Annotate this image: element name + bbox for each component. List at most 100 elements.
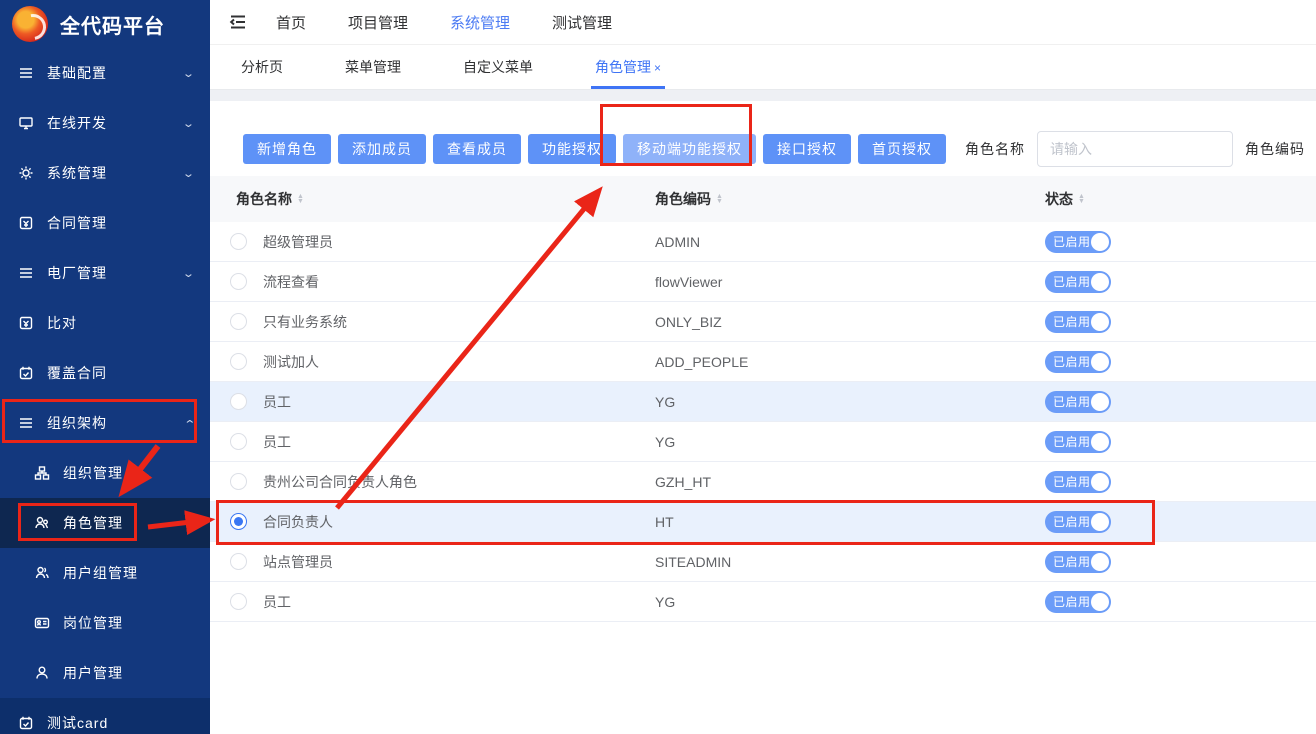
tab-analysis[interactable]: 分析页 — [237, 57, 287, 89]
menu-icon — [18, 265, 34, 281]
sidebar-item-online-dev[interactable]: 在线开发 ⌄ — [0, 98, 210, 148]
collapse-menu-icon[interactable] — [228, 12, 248, 32]
tab-custom-menu[interactable]: 自定义菜单 — [459, 57, 537, 89]
sort-icon[interactable]: ▲▼ — [1078, 194, 1085, 204]
sidebar-item-user-mgmt[interactable]: 用户管理 — [0, 648, 210, 698]
status-toggle[interactable]: 已启用 — [1045, 231, 1111, 253]
table-row[interactable]: 员工 YG 已启用 — [210, 382, 1316, 422]
table-row[interactable]: 合同负责人HT已启用 — [210, 502, 1316, 542]
role-name: 员工 — [263, 392, 291, 412]
table-row[interactable]: 超级管理员ADMIN已启用 — [210, 222, 1316, 262]
table-row[interactable]: 测试加人ADD_PEOPLE已启用 — [210, 342, 1316, 382]
role-name: 只有业务系统 — [263, 312, 347, 332]
role-code: YG — [655, 394, 1045, 410]
toggle-knob — [1091, 233, 1109, 251]
status-label: 已启用 — [1053, 553, 1091, 570]
toggle-knob — [1091, 273, 1109, 291]
contract-icon — [18, 315, 34, 331]
status-toggle[interactable]: 已启用 — [1045, 511, 1111, 533]
function-auth-button[interactable]: 功能授权 — [528, 134, 616, 164]
sidebar-item-usergroup-mgmt[interactable]: 用户组管理 — [0, 548, 210, 598]
view-members-button[interactable]: 查看成员 — [433, 134, 521, 164]
role-name: 超级管理员 — [263, 232, 333, 252]
status-toggle[interactable]: 已启用 — [1045, 471, 1111, 493]
sidebar-item-org-structure[interactable]: 组织架构 ⌄ — [0, 398, 210, 448]
header-role-code: 角色编码 — [655, 189, 711, 209]
status-toggle[interactable]: 已启用 — [1045, 351, 1111, 373]
row-radio[interactable] — [230, 393, 247, 410]
role-name: 员工 — [263, 432, 291, 452]
sidebar-item-system-mgmt[interactable]: 系统管理 ⌄ — [0, 148, 210, 198]
tab-menu-mgmt[interactable]: 菜单管理 — [341, 57, 405, 89]
row-radio[interactable] — [230, 273, 247, 290]
tab-bar: 分析页 菜单管理 自定义菜单 角色管理× — [210, 45, 1316, 90]
table-row[interactable]: 贵州公司合同负责人角色GZH_HT已启用 — [210, 462, 1316, 502]
role-icon — [34, 515, 50, 531]
role-name: 测试加人 — [263, 352, 319, 372]
user-group-icon — [34, 565, 50, 581]
sidebar-item-plant-mgmt[interactable]: 电厂管理 ⌄ — [0, 248, 210, 298]
row-radio[interactable] — [230, 233, 247, 250]
status-label: 已启用 — [1053, 393, 1091, 410]
tab-role-mgmt[interactable]: 角色管理× — [591, 57, 665, 89]
status-toggle[interactable]: 已启用 — [1045, 391, 1111, 413]
toggle-knob — [1091, 553, 1109, 571]
row-radio[interactable] — [230, 353, 247, 370]
toggle-knob — [1091, 393, 1109, 411]
sort-icon[interactable]: ▲▼ — [297, 194, 304, 204]
add-role-button[interactable]: 新增角色 — [243, 134, 331, 164]
user-icon — [34, 665, 50, 681]
close-tab-icon[interactable]: × — [654, 61, 661, 75]
sidebar-item-org-mgmt[interactable]: 组织管理 — [0, 448, 210, 498]
nav-item-test-mgmt[interactable]: 测试管理 — [552, 12, 612, 33]
role-code: SITEADMIN — [655, 554, 1045, 570]
api-auth-button[interactable]: 接口授权 — [763, 134, 851, 164]
row-radio[interactable] — [230, 433, 247, 450]
row-radio[interactable] — [230, 313, 247, 330]
chevron-down-icon: ⌄ — [182, 117, 196, 130]
role-name: 站点管理员 — [263, 552, 333, 572]
add-member-button[interactable]: 添加成员 — [338, 134, 426, 164]
table-row[interactable]: 员工YG已启用 — [210, 422, 1316, 462]
app-window: 全代码平台 基础配置 ⌄ 在线开发 ⌄ 系统管理 ⌄ 合同管理 电厂管理 ⌄ — [0, 0, 1316, 734]
content-area: 首页 项目管理 系统管理 测试管理 分析页 菜单管理 自定义菜单 角色管理× 新… — [210, 0, 1316, 734]
chevron-up-icon: ⌄ — [182, 417, 196, 430]
table-row[interactable]: 站点管理员 SITEADMIN 已启用 — [210, 542, 1316, 582]
sidebar-item-compare[interactable]: 比对 — [0, 298, 210, 348]
row-radio[interactable] — [230, 473, 247, 490]
row-radio[interactable] — [230, 593, 247, 610]
sidebar-item-contract-mgmt[interactable]: 合同管理 — [0, 198, 210, 248]
role-name-input[interactable] — [1037, 131, 1233, 167]
home-auth-button[interactable]: 首页授权 — [858, 134, 946, 164]
sidebar-item-test-card[interactable]: 测试card — [0, 698, 210, 734]
sidebar-item-role-mgmt[interactable]: 角色管理 — [0, 498, 210, 548]
nav-item-home[interactable]: 首页 — [276, 12, 306, 33]
chevron-down-icon: ⌄ — [182, 167, 196, 180]
id-card-icon — [34, 615, 50, 631]
table-row[interactable]: 员工YG已启用 — [210, 582, 1316, 622]
role-code: HT — [655, 514, 1045, 530]
sidebar-item-position-mgmt[interactable]: 岗位管理 — [0, 598, 210, 648]
status-toggle[interactable]: 已启用 — [1045, 551, 1111, 573]
status-toggle[interactable]: 已启用 — [1045, 431, 1111, 453]
nav-item-project-mgmt[interactable]: 项目管理 — [348, 12, 408, 33]
status-label: 已启用 — [1053, 513, 1091, 530]
row-radio[interactable] — [230, 553, 247, 570]
status-toggle[interactable]: 已启用 — [1045, 311, 1111, 333]
sidebar-item-cover-contract[interactable]: 覆盖合同 — [0, 348, 210, 398]
status-toggle[interactable]: 已启用 — [1045, 591, 1111, 613]
nav-item-system-mgmt[interactable]: 系统管理 — [450, 12, 510, 33]
table-row[interactable]: 流程查看flowViewer已启用 — [210, 262, 1316, 302]
status-label: 已启用 — [1053, 273, 1091, 290]
sidebar-item-basic-config[interactable]: 基础配置 ⌄ — [0, 48, 210, 98]
role-code: flowViewer — [655, 274, 1045, 290]
sort-icon[interactable]: ▲▼ — [716, 194, 723, 204]
role-code-label: 角色编码 — [1245, 139, 1305, 159]
table-row[interactable]: 只有业务系统ONLY_BIZ已启用 — [210, 302, 1316, 342]
calendar-icon — [18, 365, 34, 381]
status-toggle[interactable]: 已启用 — [1045, 271, 1111, 293]
row-radio[interactable] — [230, 513, 247, 530]
mobile-function-auth-button[interactable]: 移动端功能授权 — [623, 134, 756, 164]
table-header: 角色名称 ▲▼ 角色编码 ▲▼ 状态 ▲▼ — [210, 176, 1316, 222]
role-code: GZH_HT — [655, 474, 1045, 490]
